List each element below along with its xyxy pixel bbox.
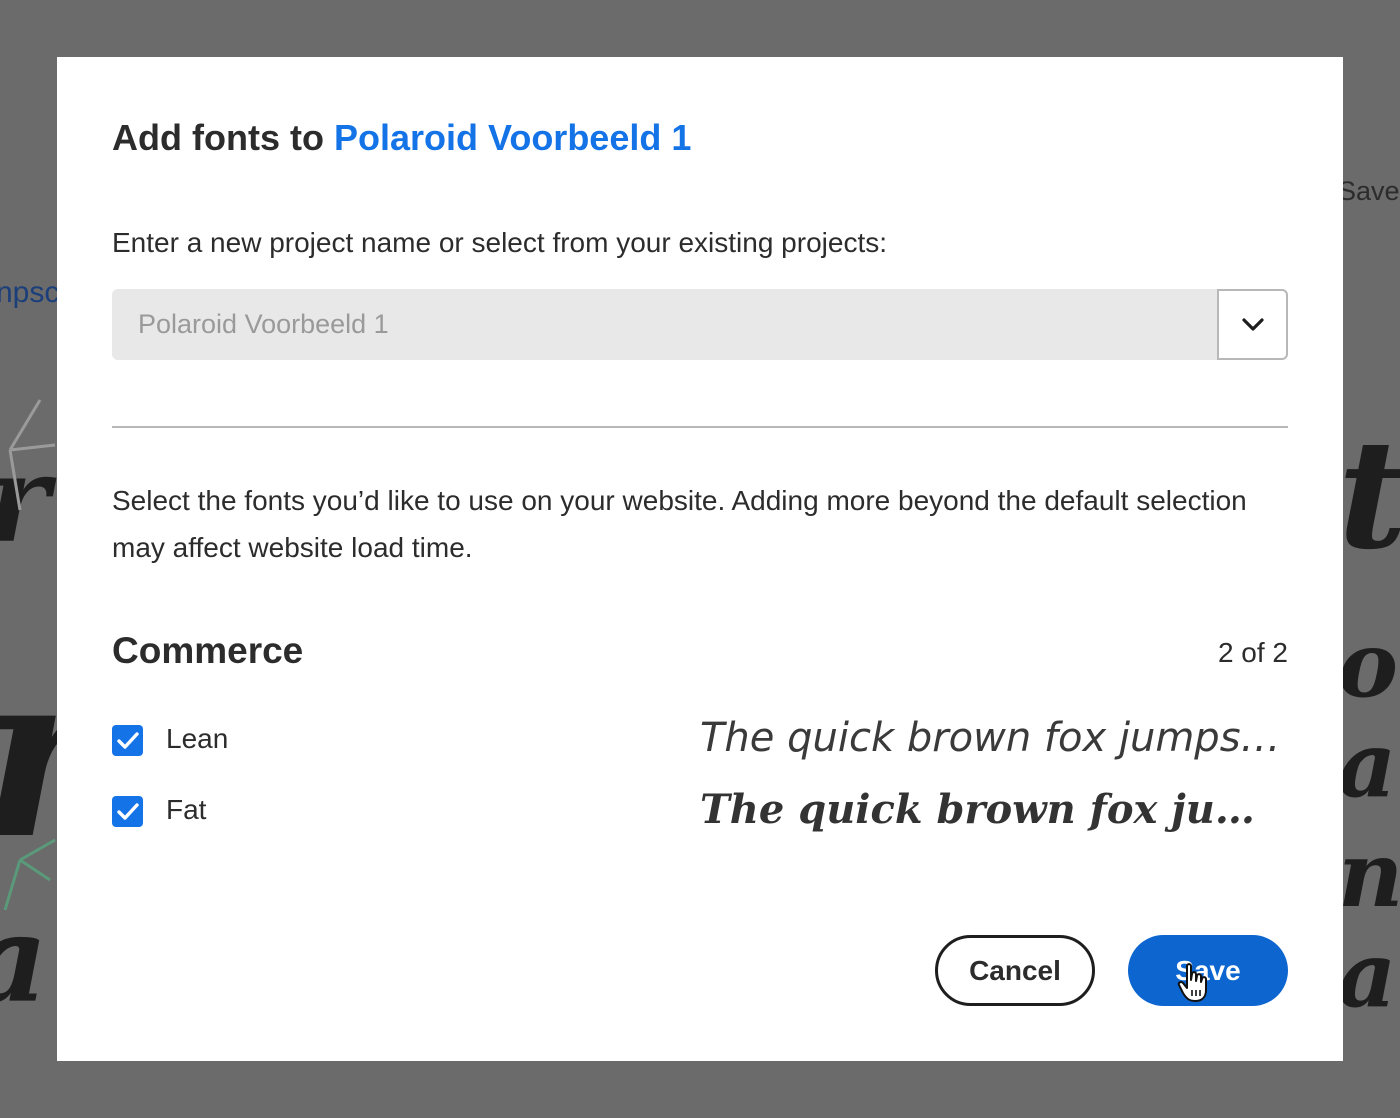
checkmark-icon bbox=[116, 731, 139, 749]
background-sparkle-icon bbox=[8, 399, 56, 511]
background-link: npsc bbox=[0, 276, 60, 309]
background-decorative-glyph: t bbox=[1338, 420, 1400, 570]
font-checkbox-lean[interactable] bbox=[112, 725, 143, 756]
dialog-title: Add fonts to Polaroid Voorbeeld 1 bbox=[112, 117, 691, 159]
dialog-title-project: Polaroid Voorbeeld 1 bbox=[333, 117, 692, 158]
font-label-lean: Lean bbox=[166, 723, 229, 754]
chevron-down-icon bbox=[1241, 317, 1264, 331]
background-decorative-glyph: a bbox=[1338, 712, 1397, 818]
checkmark-icon bbox=[116, 802, 139, 820]
background-sparkle-icon bbox=[3, 838, 56, 911]
project-dropdown-button[interactable] bbox=[1217, 289, 1288, 360]
font-sample-lean: The quick brown fox jumps over the lazy … bbox=[700, 715, 1288, 761]
project-combobox bbox=[112, 289, 1288, 360]
font-selection-count: 2 of 2 bbox=[1217, 637, 1288, 668]
project-prompt: Enter a new project name or select from … bbox=[112, 227, 888, 258]
add-fonts-dialog: Add fonts to Polaroid Voorbeeld 1 Enter … bbox=[57, 57, 1343, 1061]
project-name-input[interactable] bbox=[112, 289, 1218, 360]
dialog-title-prefix: Add fonts to bbox=[112, 117, 324, 158]
save-button[interactable]: Save bbox=[1128, 935, 1288, 1006]
background-decorative-glyph: o bbox=[1338, 612, 1399, 718]
font-family-name: Commerce bbox=[112, 630, 304, 671]
font-checkbox-fat[interactable] bbox=[112, 796, 143, 827]
font-sample-fat: The quick brown fox jumps over the lazy … bbox=[700, 786, 1288, 833]
font-row-lean: Lean The quick brown fox jumps over the … bbox=[112, 715, 1288, 771]
background-save-link: Save bbox=[1338, 176, 1400, 206]
cancel-button[interactable]: Cancel bbox=[935, 935, 1095, 1006]
divider bbox=[112, 426, 1288, 428]
fonts-description: Select the fonts you’d like to use on yo… bbox=[112, 485, 1247, 563]
background-decorative-glyph: n bbox=[1338, 822, 1400, 928]
font-row-fat: Fat The quick brown fox jumps over the l… bbox=[112, 786, 1288, 842]
background-decorative-glyph: a bbox=[1338, 922, 1397, 1028]
font-label-fat: Fat bbox=[166, 794, 207, 825]
